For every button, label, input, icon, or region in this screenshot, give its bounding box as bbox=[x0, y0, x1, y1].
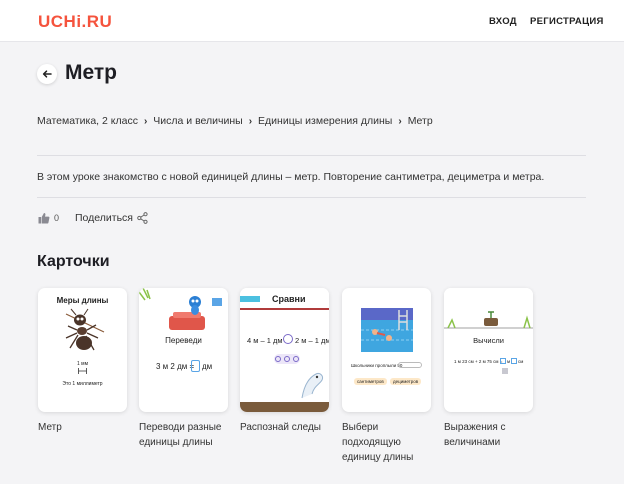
login-link[interactable]: ВХОД bbox=[489, 16, 517, 27]
card-accent-bar bbox=[240, 296, 260, 302]
card-expressions[interactable]: Вычисли 1 м 23 см + 2 м 75 см = м см bbox=[444, 288, 533, 412]
likes-count: 0 bbox=[54, 213, 60, 223]
card-preview-title: Меры длины bbox=[56, 296, 109, 305]
lizard-illustration bbox=[301, 373, 323, 399]
card-label[interactable]: Выражения с величинами bbox=[444, 420, 536, 450]
ant-illustration bbox=[65, 308, 105, 351]
divider bbox=[37, 155, 586, 156]
card-preview-text: дм bbox=[202, 362, 213, 371]
option-dot bbox=[283, 356, 290, 362]
ground-strip bbox=[240, 402, 329, 412]
arrow-left-icon bbox=[42, 70, 52, 78]
answer-box bbox=[511, 358, 517, 364]
card-preview-title: Сравни bbox=[272, 294, 306, 304]
card-preview-text: см bbox=[518, 359, 524, 364]
share-button[interactable]: Поделиться bbox=[75, 212, 148, 224]
cards-section-title: Карточки bbox=[37, 253, 110, 270]
breadcrumb-item-numbers[interactable]: Числа и величины bbox=[153, 115, 242, 127]
card-preview-title: Переведи bbox=[165, 336, 202, 345]
divider bbox=[37, 197, 586, 198]
compare-circle bbox=[283, 334, 293, 344]
option-dot bbox=[275, 356, 282, 362]
lesson-description: В этом уроке знакомство с новой единицей… bbox=[37, 171, 545, 183]
pool-illustration bbox=[361, 308, 413, 352]
card-preview-text: Это 1 миллиметр bbox=[62, 381, 103, 387]
card-label[interactable]: Выбери подходящую единицу длины bbox=[342, 420, 434, 465]
card-meter[interactable]: Меры длины 1 мм Это 1 миллиметр bbox=[38, 288, 127, 412]
breadcrumb: Математика, 2 класс › Числа и величины ›… bbox=[37, 115, 433, 127]
card-label[interactable]: Метр bbox=[38, 420, 130, 435]
card-preview-text: 1 м 23 см + 2 м 75 см = bbox=[454, 359, 503, 364]
breadcrumb-item-units[interactable]: Единицы измерения длины bbox=[258, 115, 392, 127]
answer-box bbox=[191, 360, 200, 372]
compare-options bbox=[274, 354, 300, 364]
card-preview-text: 3 м 2 дм = bbox=[156, 362, 195, 371]
card-preview-text: Школьники проплыли 50 bbox=[351, 363, 403, 368]
chevron-right-icon: › bbox=[398, 115, 402, 127]
page-title: Метр bbox=[65, 61, 118, 84]
register-link[interactable]: РЕГИСТРАЦИЯ bbox=[530, 16, 604, 27]
uchi-logo[interactable]: UCHi.RU bbox=[38, 12, 112, 32]
breadcrumb-item-math[interactable]: Математика, 2 класс bbox=[37, 115, 138, 127]
back-button[interactable] bbox=[37, 64, 57, 84]
ruler-mark-icon bbox=[78, 368, 87, 374]
hint-box bbox=[502, 368, 508, 374]
card-preview-text: 1 мм bbox=[76, 361, 89, 367]
card-label[interactable]: Переводи разные единицы длины bbox=[139, 420, 231, 450]
garden-scene-illustration bbox=[139, 288, 228, 332]
like-button[interactable]: 0 bbox=[38, 212, 59, 224]
top-bar: UCHi.RU ВХОД РЕГИСТРАЦИЯ bbox=[0, 0, 624, 42]
answer-field bbox=[398, 362, 422, 368]
breadcrumb-item-current: Метр bbox=[407, 115, 433, 127]
option-dot bbox=[292, 356, 299, 362]
share-label: Поделиться bbox=[75, 212, 133, 224]
card-choose-unit[interactable]: Школьники проплыли 50 сантиметров дециме… bbox=[342, 288, 431, 412]
meadow-illustration bbox=[444, 288, 533, 332]
card-preview-text: 2 м – 1 дм bbox=[295, 336, 329, 345]
card-preview-text: 4 м – 1 дм bbox=[247, 336, 283, 345]
answer-box bbox=[500, 358, 506, 364]
card-preview-text: м bbox=[507, 359, 511, 364]
chevron-right-icon: › bbox=[143, 115, 148, 127]
card-preview-title: Вычисли bbox=[473, 336, 504, 345]
card-recognize-tracks[interactable]: Сравни 4 м – 1 дм 2 м – 1 дм bbox=[240, 288, 329, 412]
thumbs-up-icon bbox=[38, 213, 50, 224]
share-icon bbox=[137, 212, 148, 224]
option-chip: сантиметров bbox=[354, 378, 387, 385]
card-label[interactable]: Распознай следы bbox=[240, 420, 332, 435]
card-convert-units[interactable]: Переведи 3 м 2 дм = дм bbox=[139, 288, 228, 412]
chevron-right-icon: › bbox=[248, 115, 253, 127]
option-chip: дециметров bbox=[390, 378, 422, 385]
